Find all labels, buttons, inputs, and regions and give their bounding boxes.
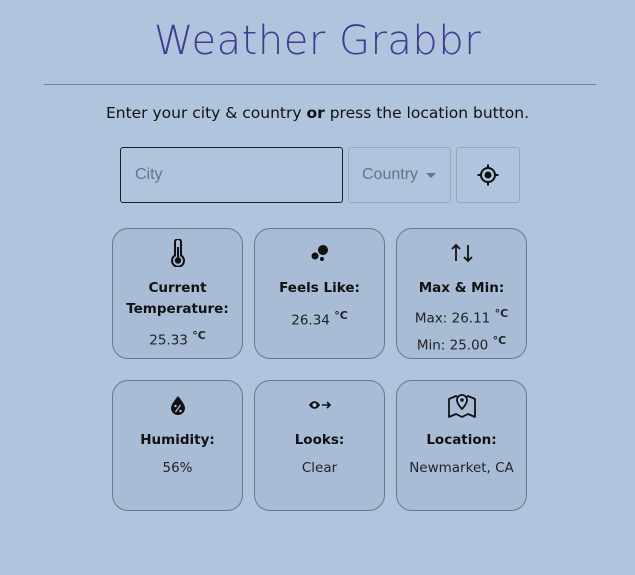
humidity-drop-icon [170,396,185,415]
caret-down-icon [426,172,437,178]
max-min-card: Max & Min: Max: 26.11 °C Min: 25.00 °C [396,228,527,359]
bubbles-icon [311,245,328,261]
feels-like-label: Feels Like: [279,280,360,296]
feels-like-card: Feels Like: 26.34 °C [254,228,385,359]
country-select-label: Country [362,166,419,183]
location-button[interactable] [456,147,520,203]
humidity-value: 56% [162,460,193,476]
current-temperature-card: Current Temperature: 25.33 °C [112,228,243,359]
current-temperature-label: Current Temperature: [117,278,238,320]
current-temperature-label-line2: Temperature: [126,301,229,317]
feels-like-unit: °C [334,309,348,322]
max-unit: °C [494,307,509,320]
instructions-part2: press the location button. [324,104,530,122]
max-value-row: Max: 26.11 °C [399,303,524,330]
current-temperature-label-line1: Current [148,280,207,296]
looks-value: Clear [301,460,338,476]
current-temperature-number: 25.33 [149,332,188,349]
current-temperature-value: 25.33 °C [115,326,240,351]
max-min-values: Max: 26.11 °C Min: 25.00 °C [399,303,524,356]
city-input[interactable] [120,147,343,203]
map-pin-icon [447,394,476,418]
my-location-icon [477,164,499,186]
eye-arrow-icon [308,401,331,409]
max-value: Max: 26.11 [414,310,491,327]
humidity-card: Humidity: 56% [112,380,243,511]
looks-card: Looks: Clear [254,380,385,511]
page-title: Weather Grabbr [153,18,482,64]
feels-like-value: 26.34 °C [257,306,382,331]
instructions-text: Enter your city & country or press the l… [0,104,635,122]
min-value: Min: 25.00 [416,337,489,353]
current-temperature-unit: °C [192,329,206,342]
humidity-label: Humidity: [140,432,215,448]
location-card: Location: Newmarket, CA [396,380,527,511]
title-divider [44,84,596,85]
swap-vertical-icon [450,243,473,263]
min-unit: °C [492,333,507,347]
instructions-part1: Enter your city & country [105,104,307,122]
min-value-row: Min: 25.00 °C [399,330,524,357]
location-label: Location: [426,432,497,448]
thermometer-icon [170,239,185,267]
location-value: Newmarket, CA [409,460,514,476]
instructions-or: or [306,104,325,122]
feels-like-number: 26.34 [291,312,330,329]
country-select[interactable]: Country [348,147,451,203]
looks-label: Looks: [294,432,345,448]
max-min-label: Max & Min: [418,280,505,296]
